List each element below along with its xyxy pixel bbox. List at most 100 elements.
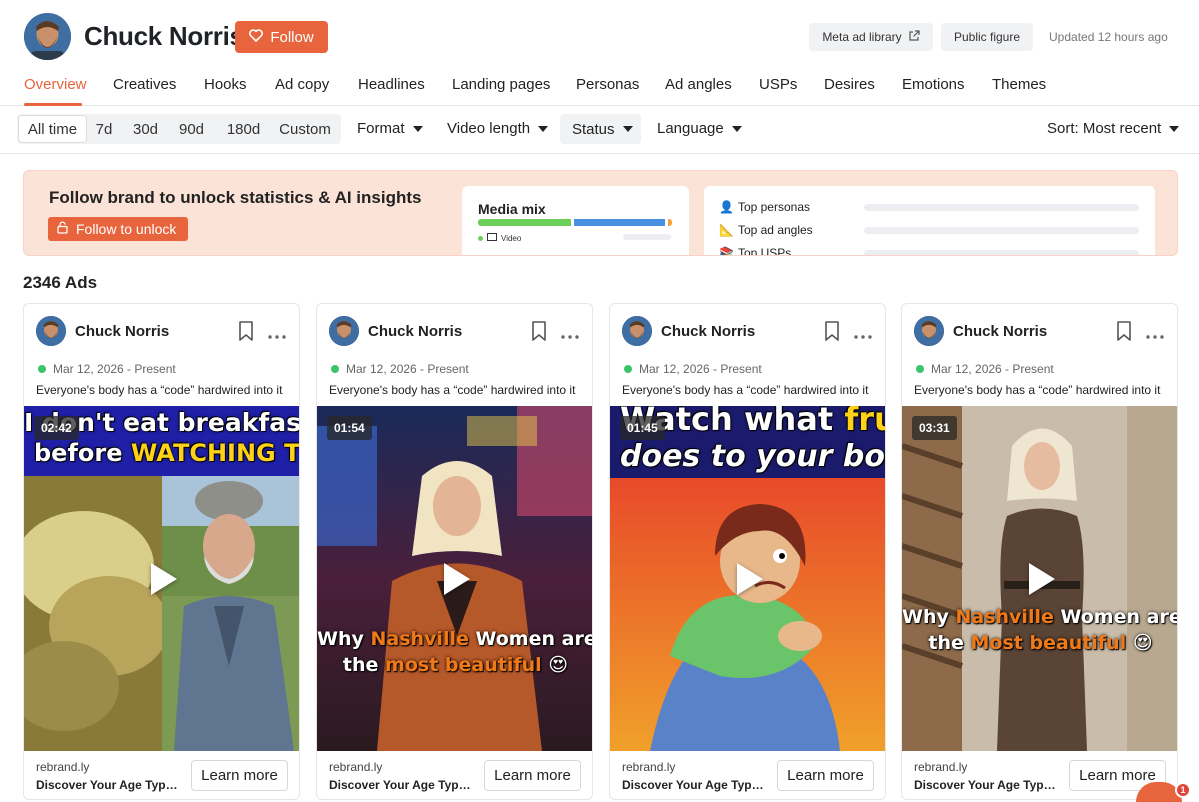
ad-card[interactable]: Chuck Norris Mar 12, 2026 - Present Ever… [23,303,300,800]
video-length-dropdown[interactable]: Video length [447,120,549,137]
range-30d[interactable]: 30d [128,114,163,144]
tab-emotions[interactable]: Emotions [902,76,965,93]
sort-dropdown[interactable]: Sort: Most recent [1047,120,1180,137]
ad-card[interactable]: Chuck Norris Mar 12, 2026 - Present Ever… [609,303,886,800]
locked-stats-preview: 👤 Top personas 📐 Top ad angles 📚 Top USP… [704,186,1155,256]
date-text: Mar 12, 2026 - Present [346,362,469,376]
active-status-dot [916,365,924,373]
range-all-time[interactable]: All time [18,115,87,143]
date-range-group: All time 7d 30d 90d 180d Custom [17,114,341,144]
tab-overview[interactable]: Overview [24,76,87,93]
learn-more-button[interactable]: Learn more [777,760,874,791]
follow-button[interactable]: Follow [235,21,328,53]
active-status-dot [331,365,339,373]
ad-primary-text: Everyone's body has a “code” hardwired i… [36,383,283,397]
ad-video-thumbnail[interactable]: Watch what fruit does to your body 01:45 [610,406,885,751]
caret-down-icon [622,126,633,132]
stat-bar-placeholder [864,204,1139,211]
date-text: Mar 12, 2026 - Present [639,362,762,376]
media-legend-label: Video [501,233,522,243]
active-status-dot [624,365,632,373]
bookmark-icon[interactable] [531,321,547,346]
follow-to-unlock-button[interactable]: Follow to unlock [48,217,188,241]
video-small-icon [487,233,497,243]
caret-down-icon [412,125,423,132]
lock-icon [56,221,69,237]
unlock-insights-banner: Follow brand to unlock statistics & AI i… [23,170,1178,256]
stat-top-personas: 👤 Top personas [719,200,810,214]
tab-personas[interactable]: Personas [576,76,639,93]
video-duration-badge: 01:54 [327,416,372,440]
sort-label: Sort: Most recent [1047,120,1162,137]
play-icon[interactable] [737,563,763,595]
play-icon[interactable] [1029,563,1055,595]
banner-title: Follow brand to unlock statistics & AI i… [49,188,422,207]
learn-more-button[interactable]: Learn more [484,760,581,791]
media-mix-bar [478,219,672,226]
ad-primary-text: Everyone's body has a “code” hardwired i… [622,383,869,397]
date-text: Mar 12, 2026 - Present [931,362,1054,376]
tab-headlines[interactable]: Headlines [358,76,425,93]
range-7d[interactable]: 7d [89,114,119,144]
status-dropdown[interactable]: Status [560,114,641,144]
ad-card[interactable]: Chuck Norris Mar 12, 2026 - Present Ever… [901,303,1178,800]
advertiser-avatar [914,316,944,346]
brand-avatar[interactable] [24,13,71,60]
tab-landing-pages[interactable]: Landing pages [452,76,550,93]
overlay-headline-line2: before WATCHING THIS [34,439,299,467]
ad-run-dates: Mar 12, 2026 - Present [331,362,469,376]
play-icon[interactable] [444,563,470,595]
tab-themes[interactable]: Themes [992,76,1046,93]
format-label: Format [357,120,405,137]
ad-video-thumbnail[interactable]: Why Nashville Women are the Most beautif… [902,406,1177,751]
advertiser-avatar [622,316,652,346]
more-options-icon[interactable] [1146,326,1164,344]
tab-hooks[interactable]: Hooks [204,76,247,93]
chat-unread-badge: 1 [1175,782,1191,798]
video-duration-badge: 03:31 [912,416,957,440]
ad-run-dates: Mar 12, 2026 - Present [916,362,1054,376]
language-dropdown[interactable]: Language [657,120,742,137]
range-90d[interactable]: 90d [174,114,209,144]
caption-part: Women are [468,628,593,650]
range-180d[interactable]: 180d [221,114,266,144]
stat-top-usps: 📚 Top USPs [719,246,792,256]
format-dropdown[interactable]: Format [357,120,423,137]
advertiser-avatar [36,316,66,346]
heart-icon [249,28,264,46]
stat-top-ad-angles: 📐 Top ad angles [719,223,813,237]
range-custom[interactable]: Custom [276,114,334,144]
bookmark-icon[interactable] [1116,321,1132,346]
books-icon: 📚 [719,246,734,256]
caption-part: Why [902,606,956,628]
more-options-icon[interactable] [561,326,579,344]
ad-card[interactable]: Chuck Norris Mar 12, 2026 - Present Ever… [316,303,593,800]
tab-ad-angles[interactable]: Ad angles [665,76,732,93]
ad-video-thumbnail[interactable]: I don't eat breakfast before WATCHING TH… [24,406,299,751]
brand-name: Chuck Norris [84,21,244,51]
external-link-icon [908,29,920,45]
ad-primary-text: Everyone's body has a “code” hardwired i… [914,383,1161,397]
language-label: Language [657,120,724,137]
tab-usps[interactable]: USPs [759,76,797,93]
tab-desires[interactable]: Desires [824,76,875,93]
stat-bar-placeholder [864,227,1139,234]
ad-link-domain: rebrand.ly [329,760,383,774]
ruler-icon: 📐 [719,223,734,237]
ad-headline: Discover Your Age Type Today [329,778,477,792]
meta-ad-library-button[interactable]: Meta ad library [809,23,933,51]
tab-creatives[interactable]: Creatives [113,76,176,93]
more-options-icon[interactable] [268,326,286,344]
play-icon[interactable] [151,563,177,595]
advertiser-name: Chuck Norris [661,323,756,340]
learn-more-button[interactable]: Learn more [191,760,288,791]
tab-ad-copy[interactable]: Ad copy [275,76,329,93]
ad-headline: Discover Your Age Type Today [622,778,770,792]
bookmark-icon[interactable] [824,321,840,346]
filter-bar: All time 7d 30d 90d 180d Custom Format V… [0,106,1199,154]
caption-highlight: Nashville [370,628,469,650]
bookmark-icon[interactable] [238,321,254,346]
stat-label: Top USPs [737,246,792,256]
ad-video-thumbnail[interactable]: Why Nashville Women are the most beautif… [317,406,593,751]
more-options-icon[interactable] [854,326,872,344]
